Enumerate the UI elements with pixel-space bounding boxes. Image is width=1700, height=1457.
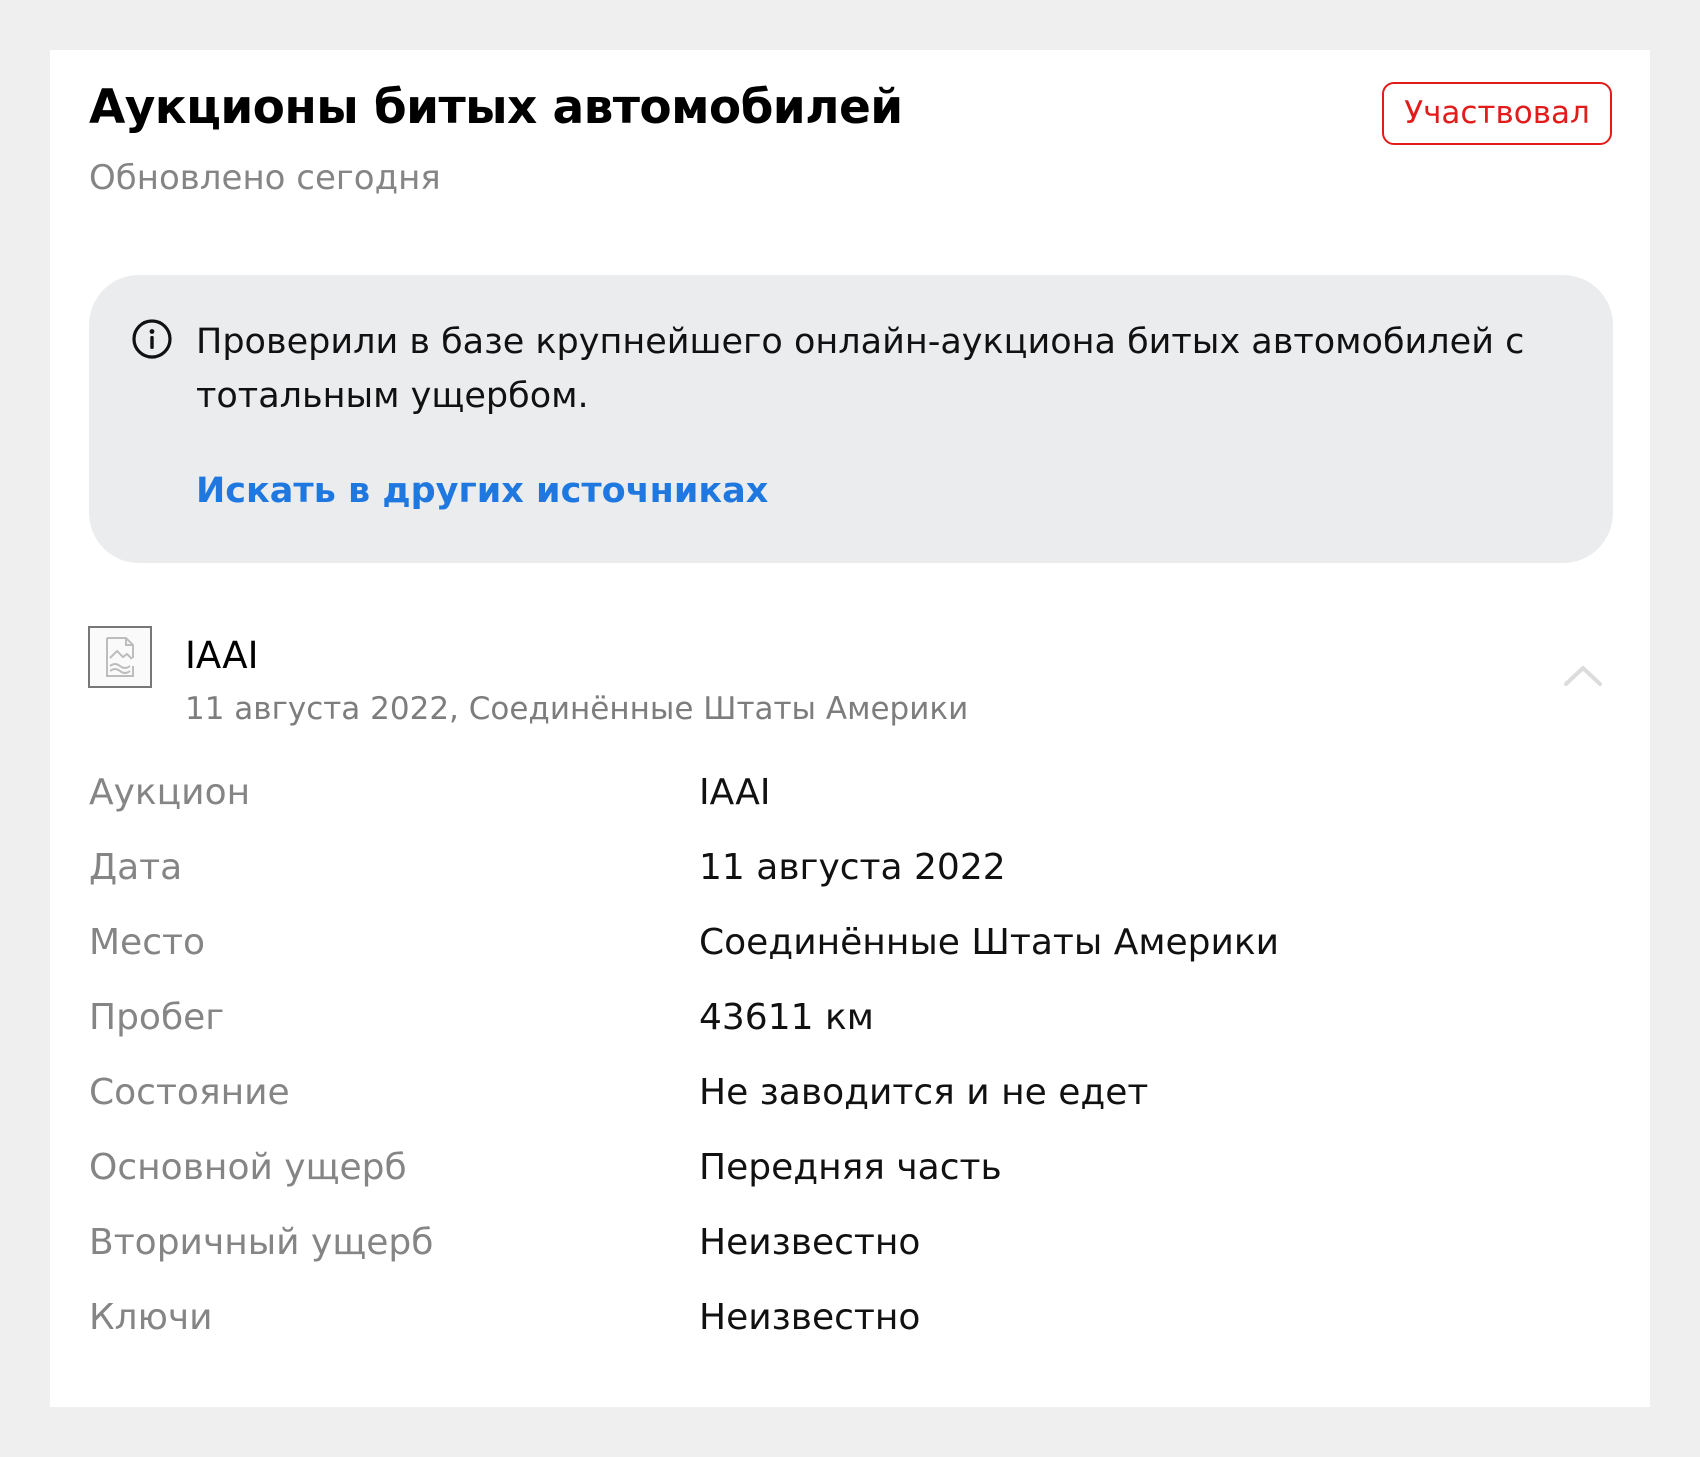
- detail-value: Неизвестно: [699, 1222, 921, 1263]
- detail-value: 43611 км: [699, 997, 874, 1038]
- detail-label: Дата: [89, 847, 183, 888]
- info-box: Проверили в базе крупнейшего онлайн-аукц…: [89, 275, 1613, 563]
- auction-details: Аукцион IAAI Дата 11 августа 2022 Место …: [89, 757, 1609, 1357]
- detail-label: Место: [89, 922, 205, 963]
- detail-value: Соединённые Штаты Америки: [699, 922, 1280, 963]
- auction-card: Аукционы битых автомобилей Обновлено сег…: [50, 50, 1650, 1407]
- detail-label: Вторичный ущерб: [89, 1222, 434, 1263]
- detail-row-primary-damage: Основной ущерб Передняя часть: [89, 1132, 1609, 1207]
- detail-row-date: Дата 11 августа 2022: [89, 832, 1609, 907]
- auction-subtitle: 11 августа 2022, Соединённые Штаты Амери…: [185, 691, 969, 727]
- detail-label: Основной ущерб: [89, 1147, 407, 1188]
- info-circle-icon: [132, 319, 172, 359]
- detail-row-auction: Аукцион IAAI: [89, 757, 1609, 832]
- detail-row-mileage: Пробег 43611 км: [89, 982, 1609, 1057]
- detail-value: Передняя часть: [699, 1147, 1002, 1188]
- detail-label: Аукцион: [89, 772, 251, 813]
- updated-label: Обновлено сегодня: [89, 158, 441, 198]
- detail-label: Состояние: [89, 1072, 290, 1113]
- detail-row-place: Место Соединённые Штаты Америки: [89, 907, 1609, 982]
- detail-label: Пробег: [89, 997, 225, 1038]
- auction-name: IAAI: [185, 634, 259, 677]
- info-text: Проверили в базе крупнейшего онлайн-аукц…: [196, 322, 1525, 416]
- detail-label: Ключи: [89, 1297, 213, 1338]
- status-badge: Участвовал: [1382, 82, 1612, 145]
- detail-value: Не заводится и не едет: [699, 1072, 1149, 1113]
- detail-value: IAAI: [699, 772, 771, 813]
- search-other-sources-link[interactable]: Искать в других источниках: [196, 471, 768, 511]
- detail-row-secondary-damage: Вторичный ущерб Неизвестно: [89, 1207, 1609, 1282]
- detail-value: 11 августа 2022: [699, 847, 1006, 888]
- chevron-up-icon[interactable]: [1558, 654, 1608, 698]
- broken-image-icon: [88, 626, 152, 688]
- detail-row-keys: Ключи Неизвестно: [89, 1282, 1609, 1357]
- detail-row-condition: Состояние Не заводится и не едет: [89, 1057, 1609, 1132]
- detail-value: Неизвестно: [699, 1297, 921, 1338]
- card-title: Аукционы битых автомобилей: [89, 80, 903, 135]
